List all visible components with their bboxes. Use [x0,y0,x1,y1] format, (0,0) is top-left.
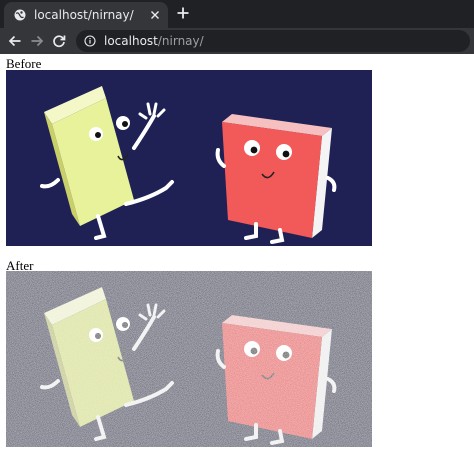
browser-tab[interactable]: localhost/nirnay/ [4,2,168,28]
tab-strip: localhost/nirnay/ [0,0,474,28]
url-text: localhost/nirnay/ [104,34,204,48]
arrow-right-icon[interactable] [30,34,44,48]
url-host: localhost [104,34,158,48]
arrow-left-icon[interactable] [8,34,22,48]
reload-icon[interactable] [52,34,66,48]
url-path: /nirnay/ [157,34,204,48]
page-content: Before After [0,54,474,476]
after-image [6,271,372,447]
close-icon[interactable] [150,10,160,20]
tab-title: localhost/nirnay/ [34,8,134,22]
info-icon[interactable] [84,35,96,47]
plus-icon[interactable] [176,6,190,20]
globe-icon [14,9,26,21]
browser-toolbar: localhost/nirnay/ [0,28,474,54]
address-bar[interactable]: localhost/nirnay/ [76,30,470,52]
before-image [6,70,372,246]
